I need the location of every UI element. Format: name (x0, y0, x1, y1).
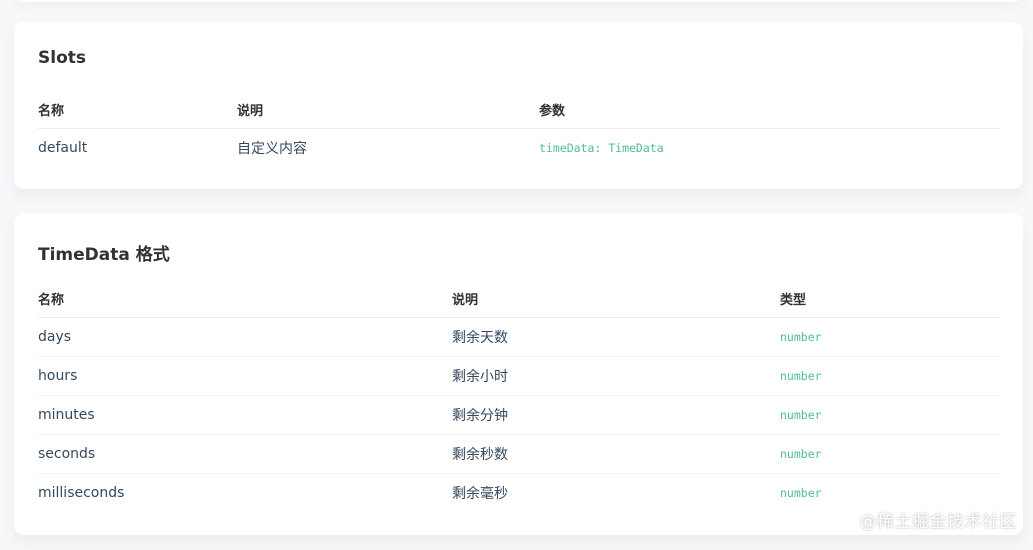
field-description: 剩余秒数 (452, 434, 780, 474)
column-header-name: 名称 (38, 90, 237, 129)
column-header-params: 参数 (539, 90, 1000, 129)
previous-card-edge (14, 0, 1023, 2)
timedata-title: TimeData 格式 (38, 245, 170, 265)
field-name: hours (38, 356, 452, 396)
slot-params: timeData: TimeData (539, 141, 664, 155)
table-row: minutes 剩余分钟 number (38, 395, 1000, 435)
table-row: default 自定义内容 timeData: TimeData (38, 129, 1000, 168)
watermark: @稀土掘金技术社区 (859, 512, 1017, 532)
slots-table: 名称 说明 参数 default 自定义内容 timeData: TimeDat… (38, 90, 1000, 167)
column-header-description: 说明 (237, 90, 539, 129)
table-header-row: 名称 说明 类型 (38, 279, 1000, 318)
slot-description: 自定义内容 (237, 141, 307, 157)
table-row: days 剩余天数 number (38, 317, 1000, 357)
field-description: 剩余小时 (452, 356, 780, 396)
field-name: minutes (38, 395, 452, 435)
field-type: number (780, 317, 1000, 357)
timedata-table: 名称 说明 类型 days 剩余天数 number hours 剩余小时 num… (38, 279, 1000, 512)
table-header-row: 名称 说明 参数 (38, 90, 1000, 129)
field-description: 剩余毫秒 (452, 486, 508, 502)
slots-card: Slots 名称 说明 参数 default 自定义内容 timeData: T… (14, 22, 1023, 189)
slots-title: Slots (38, 48, 86, 68)
table-row: milliseconds 剩余毫秒 number (38, 474, 1000, 513)
field-type: number (780, 356, 1000, 396)
field-name: days (38, 317, 452, 357)
table-row: hours 剩余小时 number (38, 356, 1000, 396)
field-name: seconds (38, 434, 452, 474)
field-type: number (780, 395, 1000, 435)
field-description: 剩余天数 (452, 317, 780, 357)
field-description: 剩余分钟 (452, 395, 780, 435)
column-header-type: 类型 (780, 279, 1000, 318)
column-header-name: 名称 (38, 279, 452, 318)
field-type: number (780, 434, 1000, 474)
field-name: milliseconds (38, 485, 125, 501)
column-header-description: 说明 (452, 279, 780, 318)
timedata-card: TimeData 格式 名称 说明 类型 days 剩余天数 number ho… (14, 213, 1023, 535)
table-row: seconds 剩余秒数 number (38, 434, 1000, 474)
slot-name: default (38, 140, 88, 156)
